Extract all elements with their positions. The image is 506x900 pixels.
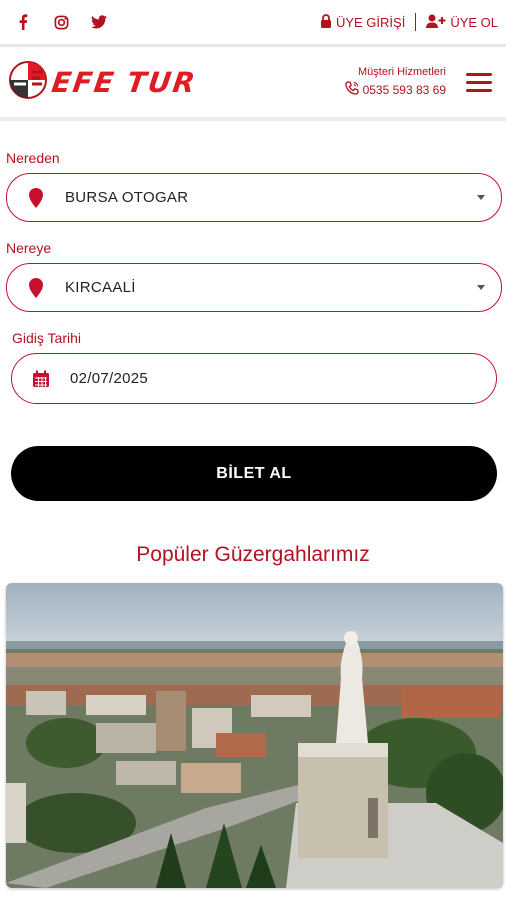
- header-contact: Müşteri Hizmetleri 0535 593 83 69: [344, 66, 496, 98]
- instagram-icon[interactable]: [52, 13, 70, 31]
- buy-ticket-button[interactable]: BİLET AL: [11, 446, 497, 501]
- from-select[interactable]: BURSA OTOGAR: [6, 173, 502, 222]
- register-label: ÜYE OL: [450, 14, 498, 30]
- menu-bar: [466, 80, 492, 84]
- site-header: EFE TUR Müşteri Hizmetleri 0535 593 83 6…: [0, 47, 506, 117]
- popular-routes-title: Popüler Güzergahlarımız: [136, 543, 370, 566]
- brand-logo[interactable]: EFE TUR: [8, 60, 199, 105]
- header-divider: [0, 117, 506, 121]
- social-links: [12, 13, 108, 31]
- customer-service-title: Müşteri Hizmetleri: [357, 66, 446, 78]
- customer-service[interactable]: Müşteri Hizmetleri 0535 593 83 69: [344, 66, 446, 98]
- chevron-down-icon: [461, 195, 501, 200]
- brand-name: EFE TUR: [49, 65, 199, 99]
- lock-icon: [320, 13, 332, 31]
- from-label: Nereden: [6, 150, 60, 166]
- top-bar: ÜYE GİRİŞİ ÜYE OL: [0, 0, 506, 44]
- location-pin-icon: [7, 277, 65, 298]
- chevron-down-icon: [461, 285, 501, 290]
- auth-links: ÜYE GİRİŞİ ÜYE OL: [320, 13, 498, 31]
- to-value: KIRCAALİ: [65, 279, 136, 296]
- route-photo[interactable]: [6, 583, 503, 888]
- user-plus-icon: [426, 14, 446, 31]
- city-photo-image: [6, 583, 503, 888]
- logo-emblem-icon: [8, 60, 48, 105]
- menu-bar: [466, 88, 492, 92]
- twitter-icon[interactable]: [90, 13, 108, 31]
- to-label: Nereye: [6, 240, 52, 256]
- auth-divider: [415, 13, 417, 31]
- customer-service-phone: 0535 593 83 69: [344, 81, 446, 98]
- date-input[interactable]: 02/07/2025: [11, 353, 497, 404]
- login-link[interactable]: ÜYE GİRİŞİ: [320, 13, 406, 31]
- menu-button[interactable]: [462, 69, 496, 96]
- date-value: 02/07/2025: [70, 370, 149, 387]
- facebook-icon[interactable]: [14, 13, 32, 31]
- location-pin-icon: [7, 187, 65, 208]
- phone-icon: [344, 81, 359, 98]
- date-label: Gidiş Tarihi: [12, 330, 81, 346]
- register-link[interactable]: ÜYE OL: [426, 14, 498, 31]
- calendar-icon: [12, 370, 70, 388]
- phone-number: 0535 593 83 69: [362, 82, 446, 97]
- to-select[interactable]: KIRCAALİ: [6, 263, 502, 312]
- menu-bar: [466, 72, 492, 76]
- login-label: ÜYE GİRİŞİ: [335, 14, 406, 30]
- from-value: BURSA OTOGAR: [65, 189, 189, 206]
